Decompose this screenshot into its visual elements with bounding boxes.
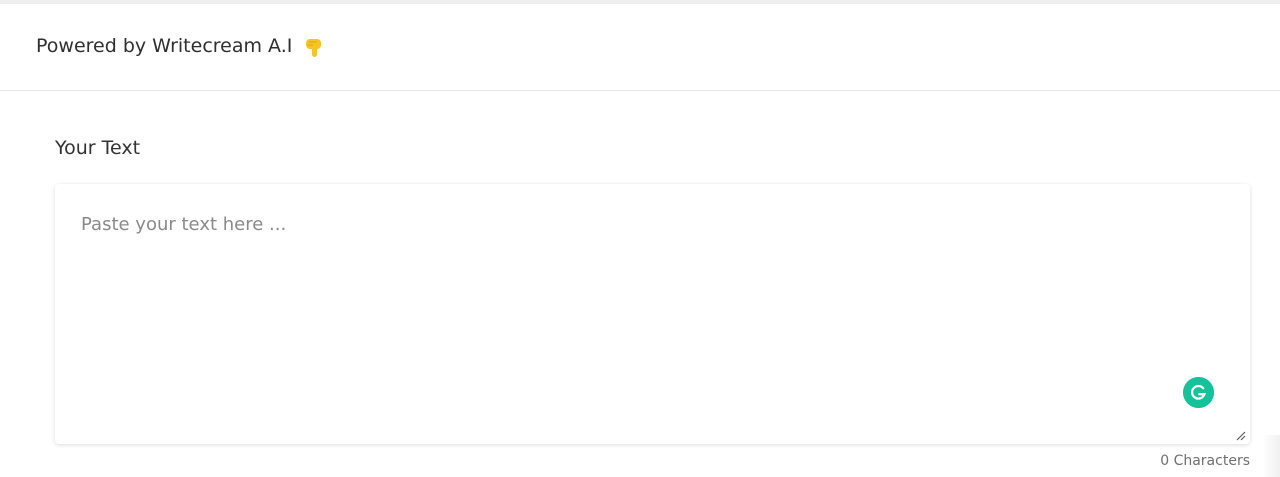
- your-text-label: Your Text: [55, 137, 141, 159]
- header-title: Powered by Writecream A.I: [36, 35, 293, 57]
- text-input[interactable]: [55, 184, 1250, 444]
- character-count: 0 Characters: [1160, 453, 1250, 469]
- hand-pointing-down-icon: [306, 39, 321, 57]
- page-header: Powered by Writecream A.I: [0, 4, 1280, 91]
- resize-handle-icon[interactable]: [1236, 431, 1246, 441]
- scroll-edge-shadow: [1262, 435, 1280, 477]
- grammarly-icon[interactable]: [1183, 377, 1214, 408]
- text-input-container: [55, 184, 1250, 444]
